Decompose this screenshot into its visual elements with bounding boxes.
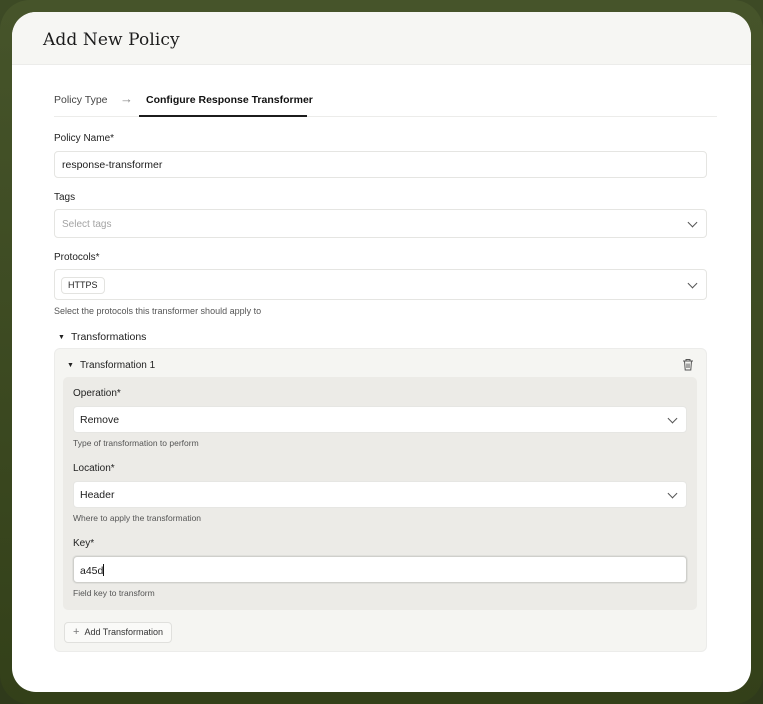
step-policy-type[interactable]: Policy Type (54, 94, 108, 106)
protocols-select[interactable]: HTTPS (54, 269, 707, 300)
key-helper: Field key to transform (73, 588, 155, 598)
trash-icon[interactable] (682, 358, 694, 371)
location-value: Header (80, 489, 115, 501)
tags-placeholder: Select tags (62, 219, 112, 230)
location-label: Location* (73, 463, 115, 474)
transformation-1-toggle[interactable]: ▼ Transformation 1 (67, 360, 155, 371)
policy-name-input[interactable]: response-transformer (54, 151, 707, 178)
chevron-down-icon (687, 217, 698, 228)
policy-name-value: response-transformer (62, 159, 163, 171)
chevron-down-icon (667, 488, 678, 499)
transformations-toggle[interactable]: ▼ Transformations (58, 331, 146, 343)
transformations-panel: ▼ Transformation 1 Operation* Remove Type… (54, 348, 707, 652)
protocol-chip-https[interactable]: HTTPS (61, 277, 105, 294)
dialog-header: Add New Policy (12, 12, 751, 65)
transformations-label: Transformations (70, 331, 147, 343)
transformation-1-title: Transformation 1 (79, 360, 156, 371)
triangle-down-icon: ▼ (58, 334, 65, 341)
key-value: a45d (80, 565, 104, 577)
location-select[interactable]: Header (73, 481, 687, 508)
chevron-down-icon (667, 413, 678, 424)
active-step-indicator (139, 115, 307, 117)
text-caret (103, 564, 105, 576)
tags-select[interactable]: Select tags (54, 209, 707, 238)
protocols-label: Protocols* (54, 252, 100, 263)
key-value-wrapper: a45d (80, 564, 105, 577)
operation-value: Remove (80, 414, 120, 426)
operation-helper: Type of transformation to perform (73, 438, 199, 448)
stepper: Policy Type → Configure Response Transfo… (54, 82, 717, 117)
add-policy-dialog: Add New Policy Policy Type → Configure R… (12, 12, 751, 692)
dialog-title: Add New Policy (43, 30, 180, 50)
chevron-down-icon (687, 278, 698, 289)
protocols-helper: Select the protocols this transformer sh… (54, 306, 262, 316)
arrow-right-icon: → (120, 91, 133, 106)
add-transformation-button[interactable]: + Add Transformation (64, 622, 172, 643)
transformation-1-body: Operation* Remove Type of transformation… (63, 377, 697, 610)
triangle-down-icon: ▼ (67, 362, 74, 369)
policy-name-label: Policy Name* (54, 133, 115, 144)
key-label: Key* (73, 538, 95, 549)
key-input[interactable]: a45d (73, 556, 687, 583)
add-transformation-label: Add Transformation (84, 627, 163, 637)
operation-select[interactable]: Remove (73, 406, 687, 433)
location-helper: Where to apply the transformation (73, 513, 202, 523)
plus-icon: + (73, 626, 80, 638)
operation-label: Operation* (73, 388, 121, 399)
tags-label: Tags (54, 192, 76, 203)
step-configure[interactable]: Configure Response Transformer (146, 94, 313, 106)
